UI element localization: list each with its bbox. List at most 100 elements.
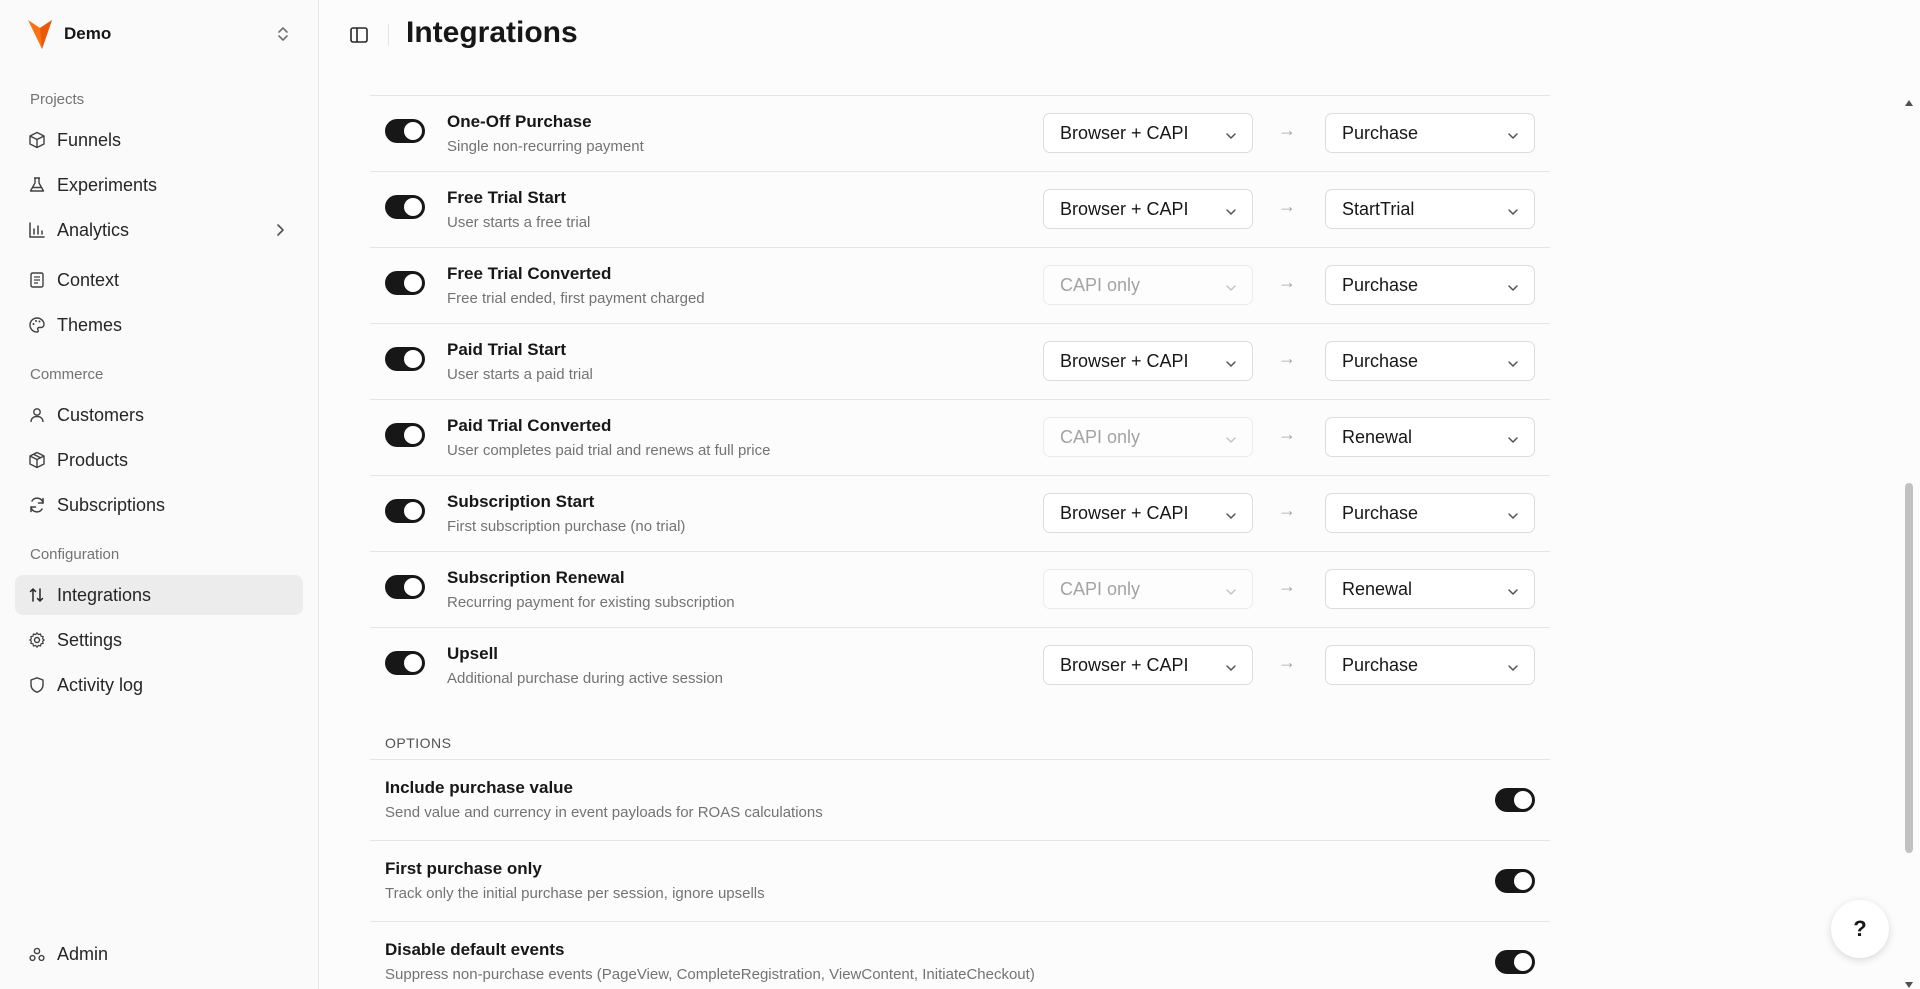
chevron-down-icon: [1224, 279, 1238, 300]
event-name-select[interactable]: Purchase: [1325, 265, 1535, 305]
mapping-arrow: →: [1278, 196, 1296, 216]
sidebar-item-integrations[interactable]: Integrations: [15, 575, 303, 615]
package-icon: [27, 450, 47, 470]
event-description: Single non-recurring payment: [447, 138, 644, 155]
chevron-down-icon: [1224, 127, 1238, 148]
document-icon: [27, 270, 47, 290]
chevron-down-icon: [1506, 279, 1520, 300]
chevron-down-icon: [1224, 355, 1238, 376]
sidebar-item-products[interactable]: Products: [15, 440, 303, 480]
sidebar-item-context[interactable]: Context: [15, 260, 303, 300]
event-description: User starts a free trial: [447, 214, 591, 231]
mapping-arrow: →: [1278, 424, 1296, 444]
shield-icon: [27, 675, 47, 695]
event-toggle[interactable]: [385, 575, 425, 599]
section-label-configuration: Configuration: [30, 546, 120, 563]
chevron-down-icon: [1224, 659, 1238, 680]
event-toggle[interactable]: [385, 423, 425, 447]
event-row: Subscription Renewal Recurring payment f…: [370, 551, 1550, 627]
header-divider: [388, 24, 389, 46]
tracking-mode-select[interactable]: Browser + CAPI: [1043, 189, 1253, 229]
palette-icon: [27, 315, 47, 335]
scroll-down-arrow-icon[interactable]: [1904, 976, 1914, 989]
tracking-mode-select: CAPI only: [1043, 417, 1253, 457]
scroll-up-arrow-icon[interactable]: [1904, 94, 1914, 112]
event-name-select[interactable]: Renewal: [1325, 569, 1535, 609]
event-title: One-Off Purchase: [447, 112, 592, 131]
mapping-arrow: →: [1278, 576, 1296, 596]
brand-logo-icon: [26, 17, 54, 51]
gear-icon: [27, 630, 47, 650]
option-toggle[interactable]: [1495, 788, 1535, 812]
tracking-mode-select[interactable]: Browser + CAPI: [1043, 341, 1253, 381]
sidebar-item-experiments[interactable]: Experiments: [15, 165, 303, 205]
event-title: Paid Trial Converted: [447, 416, 612, 435]
section-label-commerce: Commerce: [30, 366, 104, 383]
help-button[interactable]: ?: [1831, 900, 1889, 958]
chevron-down-icon: [1506, 355, 1520, 376]
sidebar-item-label: Products: [57, 449, 129, 470]
event-name-select[interactable]: Purchase: [1325, 645, 1535, 685]
sidebar-item-label: Customers: [57, 404, 145, 425]
chevron-down-icon: [1224, 583, 1238, 604]
chevron-down-icon: [1224, 507, 1238, 528]
option-description: Track only the initial purchase per sess…: [385, 885, 765, 902]
chevron-down-icon: [1506, 507, 1520, 528]
chevron-down-icon: [1506, 203, 1520, 224]
event-title: Paid Trial Start: [447, 340, 567, 359]
sidebar-item-label: Themes: [57, 314, 123, 335]
event-name-select[interactable]: Purchase: [1325, 113, 1535, 153]
option-toggle[interactable]: [1495, 950, 1535, 974]
mapping-arrow: →: [1278, 120, 1296, 140]
event-toggle[interactable]: [385, 651, 425, 675]
sidebar-item-subscriptions[interactable]: Subscriptions: [15, 485, 303, 525]
option-row: Disable default events Suppress non-purc…: [370, 921, 1550, 989]
chevron-down-icon: [1506, 431, 1520, 452]
event-row: Free Trial Start User starts a free tria…: [370, 171, 1550, 247]
event-description: First subscription purchase (no trial): [447, 518, 686, 535]
chevron-down-icon: [1224, 431, 1238, 452]
event-name-select[interactable]: Purchase: [1325, 341, 1535, 381]
workspace-switcher[interactable]: Demo: [14, 14, 304, 54]
tracking-mode-select[interactable]: Browser + CAPI: [1043, 493, 1253, 533]
refresh-icon: [27, 495, 47, 515]
sidebar-item-admin[interactable]: Admin: [15, 934, 303, 974]
event-toggle[interactable]: [385, 347, 425, 371]
option-toggle[interactable]: [1495, 869, 1535, 893]
event-name-select[interactable]: Purchase: [1325, 493, 1535, 533]
event-toggle[interactable]: [385, 119, 425, 143]
sidebar-item-label: Admin: [57, 943, 109, 964]
sidebar-toggle-icon[interactable]: [348, 24, 370, 46]
event-row: Paid Trial Start User starts a paid tria…: [370, 323, 1550, 399]
sidebar-item-label: Integrations: [57, 584, 152, 605]
chevrons-up-down-icon: [274, 24, 292, 44]
sidebar-item-themes[interactable]: Themes: [15, 305, 303, 345]
option-title: First purchase only: [385, 859, 542, 878]
vertical-scrollbar[interactable]: [1902, 88, 1916, 988]
sidebar-item-activity-log[interactable]: Activity log: [15, 665, 303, 705]
arrows-up-down-icon: [27, 585, 47, 605]
event-toggle[interactable]: [385, 499, 425, 523]
chevron-down-icon: [1224, 203, 1238, 224]
event-toggle[interactable]: [385, 271, 425, 295]
event-title: Free Trial Start: [447, 188, 567, 207]
sidebar-item-analytics[interactable]: Analytics: [15, 210, 303, 250]
tracking-mode-select[interactable]: Browser + CAPI: [1043, 645, 1253, 685]
sidebar-item-settings[interactable]: Settings: [15, 620, 303, 660]
event-description: Free trial ended, first payment charged: [447, 290, 705, 307]
user-icon: [27, 405, 47, 425]
event-title: Upsell: [447, 644, 499, 663]
flask-icon: [27, 175, 47, 195]
sidebar-item-funnels[interactable]: Funnels: [15, 120, 303, 160]
event-row: Upsell Additional purchase during active…: [370, 627, 1550, 703]
event-name-select[interactable]: Renewal: [1325, 417, 1535, 457]
scrollbar-thumb[interactable]: [1905, 483, 1913, 853]
sidebar-item-label: Settings: [57, 629, 123, 650]
mapping-arrow: →: [1278, 652, 1296, 672]
event-description: Recurring payment for existing subscript…: [447, 594, 735, 611]
event-name-select[interactable]: StartTrial: [1325, 189, 1535, 229]
event-toggle[interactable]: [385, 195, 425, 219]
option-title: Disable default events: [385, 940, 565, 959]
sidebar-item-customers[interactable]: Customers: [15, 395, 303, 435]
tracking-mode-select[interactable]: Browser + CAPI: [1043, 113, 1253, 153]
